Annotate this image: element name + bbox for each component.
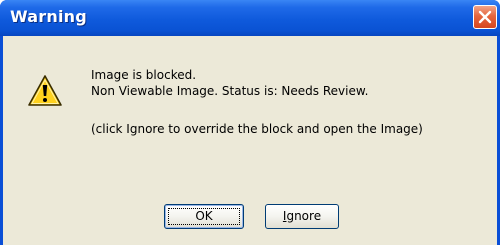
close-button[interactable]	[473, 5, 497, 29]
message-line-1: Image is blocked.	[91, 68, 197, 82]
close-icon	[478, 10, 492, 24]
ok-button[interactable]: OK	[164, 204, 244, 229]
message-hint: (click Ignore to override the block and …	[91, 122, 423, 136]
title-bar[interactable]: Warning	[0, 0, 500, 36]
dialog-body: Image is blocked. Non Viewable Image. St…	[3, 36, 497, 245]
ignore-button-label: Ignore	[282, 209, 322, 223]
dialog-title: Warning	[10, 7, 87, 26]
warning-icon	[28, 75, 62, 106]
focus-rectangle	[168, 208, 240, 225]
message-line-2: Non Viewable Image. Status is: Needs Rev…	[91, 84, 369, 98]
warning-dialog: Warning Image is blocked. Non Viewable I…	[0, 0, 500, 245]
ignore-button[interactable]: Ignore	[265, 204, 339, 229]
